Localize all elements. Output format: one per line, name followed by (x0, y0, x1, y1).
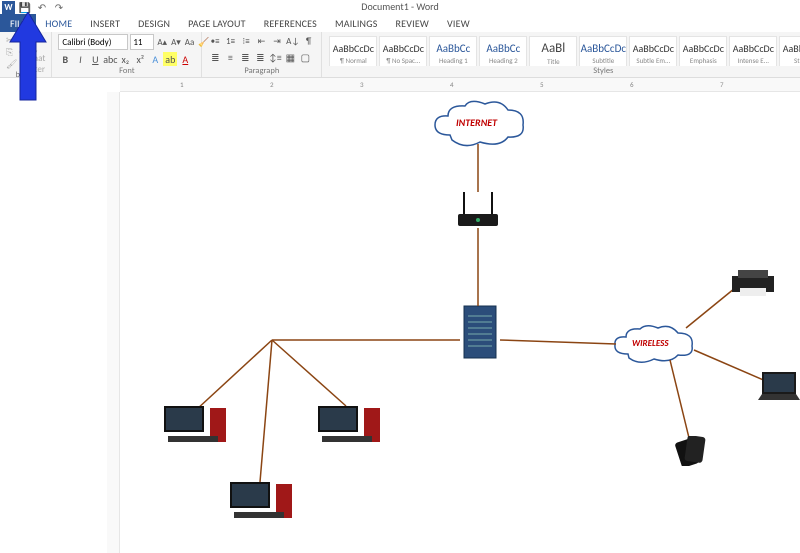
font-size-select[interactable] (130, 34, 154, 50)
cut-button[interactable]: ✂Cut (6, 34, 45, 46)
group-clipboard: ✂Cut ⎘Copy 🖌Format Painter board (0, 32, 52, 77)
group-paragraph: •≡ 1≡ ⁝≡ ⇤ ⇥ A↓ ¶ ≣ ≡ ≣ ≣ ↕≡ ▦ ▢ Paragra… (202, 32, 322, 77)
save-button[interactable]: 💾 (18, 0, 32, 14)
font-color-button[interactable]: A (178, 52, 192, 66)
tab-review[interactable]: REVIEW (387, 14, 439, 33)
ribbon: ✂Cut ⎘Copy 🖌Format Painter board A▴ A▾ A… (0, 32, 800, 78)
page: INTERNET WIRELESS (130, 92, 800, 553)
tab-page-layout[interactable]: PAGE LAYOUT (179, 14, 255, 33)
borders-button[interactable]: ▢ (298, 50, 312, 64)
group-label-font: Font (58, 66, 195, 77)
shading-button[interactable]: ▦ (283, 50, 297, 64)
group-label-styles: Styles (328, 66, 800, 77)
bold-button[interactable]: B (58, 52, 72, 66)
indent-button[interactable]: ⇥ (270, 34, 284, 48)
align-left-button[interactable]: ≣ (208, 50, 222, 64)
printer-icon (728, 268, 778, 298)
tab-mailings[interactable]: MAILINGS (326, 14, 387, 33)
style--no-spac-[interactable]: AaBbCcDc¶ No Spac... (379, 36, 427, 66)
brush-icon: 🖌 (6, 59, 16, 69)
text-effects-button[interactable]: A (148, 52, 162, 66)
shrink-font-button[interactable]: A▾ (170, 35, 182, 49)
format-painter-button[interactable]: 🖌Format Painter (6, 58, 45, 70)
tab-view[interactable]: VIEW (438, 14, 479, 33)
style-heading-1[interactable]: AaBbCcHeading 1 (429, 36, 477, 66)
internet-label: INTERNET (456, 116, 497, 129)
style-subtitle[interactable]: AaBbCcDcSubtitle (579, 36, 627, 66)
grow-font-button[interactable]: A▴ (156, 35, 168, 49)
numbering-button[interactable]: 1≡ (224, 34, 238, 48)
sort-button[interactable]: A↓ (286, 34, 300, 48)
desktop-pc-icon (226, 478, 306, 538)
style--normal[interactable]: AaBbCcDc¶ Normal (329, 36, 377, 66)
ruler-tick: 4 (450, 80, 454, 89)
laptop-icon (754, 370, 800, 405)
style-title[interactable]: AaBlTitle (529, 36, 577, 66)
desktop-pc-icon (160, 402, 240, 462)
highlight-button[interactable]: ab (163, 52, 177, 66)
multilevel-button[interactable]: ⁝≡ (239, 34, 253, 48)
tab-references[interactable]: REFERENCES (255, 14, 326, 33)
style-intense-e-[interactable]: AaBbCcDcIntense E... (729, 36, 777, 66)
style-strong[interactable]: AaBbCcDcStrong (779, 36, 800, 66)
document-area[interactable]: INTERNET WIRELESS (120, 92, 800, 553)
style-heading-2[interactable]: AaBbCcHeading 2 (479, 36, 527, 66)
bullets-button[interactable]: •≡ (208, 34, 222, 48)
font-family-select[interactable] (58, 34, 128, 50)
redo-button[interactable]: ↷ (52, 0, 66, 14)
undo-button[interactable]: ↶ (35, 0, 49, 14)
word-app-icon: W (2, 1, 15, 14)
tab-home[interactable]: HOME (36, 14, 81, 33)
server-icon (458, 302, 502, 362)
group-label-paragraph: Paragraph (208, 66, 315, 77)
copy-icon: ⎘ (6, 47, 16, 57)
ruler-tick: 3 (360, 80, 364, 89)
change-case-button[interactable]: Aa (184, 35, 196, 49)
italic-button[interactable]: I (73, 52, 87, 66)
tab-design[interactable]: DESIGN (129, 14, 179, 33)
strike-button[interactable]: abc (103, 52, 117, 66)
vertical-ruler[interactable] (107, 92, 120, 553)
line-spacing-button[interactable]: ↕≡ (268, 50, 282, 64)
ruler-tick: 6 (630, 80, 634, 89)
align-center-button[interactable]: ≡ (223, 50, 237, 64)
superscript-button[interactable]: x² (133, 52, 147, 66)
style-subtle-em-[interactable]: AaBbCcDcSubtle Em... (629, 36, 677, 66)
ruler-tick: 7 (720, 80, 724, 89)
horizontal-ruler[interactable]: 1 2 3 4 5 6 7 (120, 78, 800, 92)
wireless-label: WIRELESS (632, 338, 669, 349)
style-emphasis[interactable]: AaBbCcDcEmphasis (679, 36, 727, 66)
tab-file[interactable]: FILE (0, 14, 36, 33)
underline-button[interactable]: U (88, 52, 102, 66)
router-icon (448, 188, 508, 228)
ruler-tick: 5 (540, 80, 544, 89)
desktop-pc-icon (314, 402, 394, 462)
subscript-button[interactable]: x₂ (118, 52, 132, 66)
group-font: A▴ A▾ Aa 🧹 B I U abc x₂ x² A ab A Font (52, 32, 202, 77)
show-marks-button[interactable]: ¶ (302, 34, 316, 48)
window-title: Document1 - Word (361, 0, 438, 13)
smartphone-icon (670, 436, 710, 466)
group-styles: AaBbCcDc¶ NormalAaBbCcDc¶ No Spac...AaBb… (322, 32, 800, 77)
group-label-clipboard: board (6, 70, 45, 81)
ruler-tick: 2 (270, 80, 274, 89)
ribbon-tabs: FILE HOMEINSERTDESIGNPAGE LAYOUTREFERENC… (0, 14, 479, 32)
tab-insert[interactable]: INSERT (81, 14, 129, 33)
cut-icon: ✂ (6, 35, 16, 45)
align-right-button[interactable]: ≣ (238, 50, 252, 64)
outdent-button[interactable]: ⇤ (255, 34, 269, 48)
ruler-tick: 1 (180, 80, 184, 89)
justify-button[interactable]: ≣ (253, 50, 267, 64)
